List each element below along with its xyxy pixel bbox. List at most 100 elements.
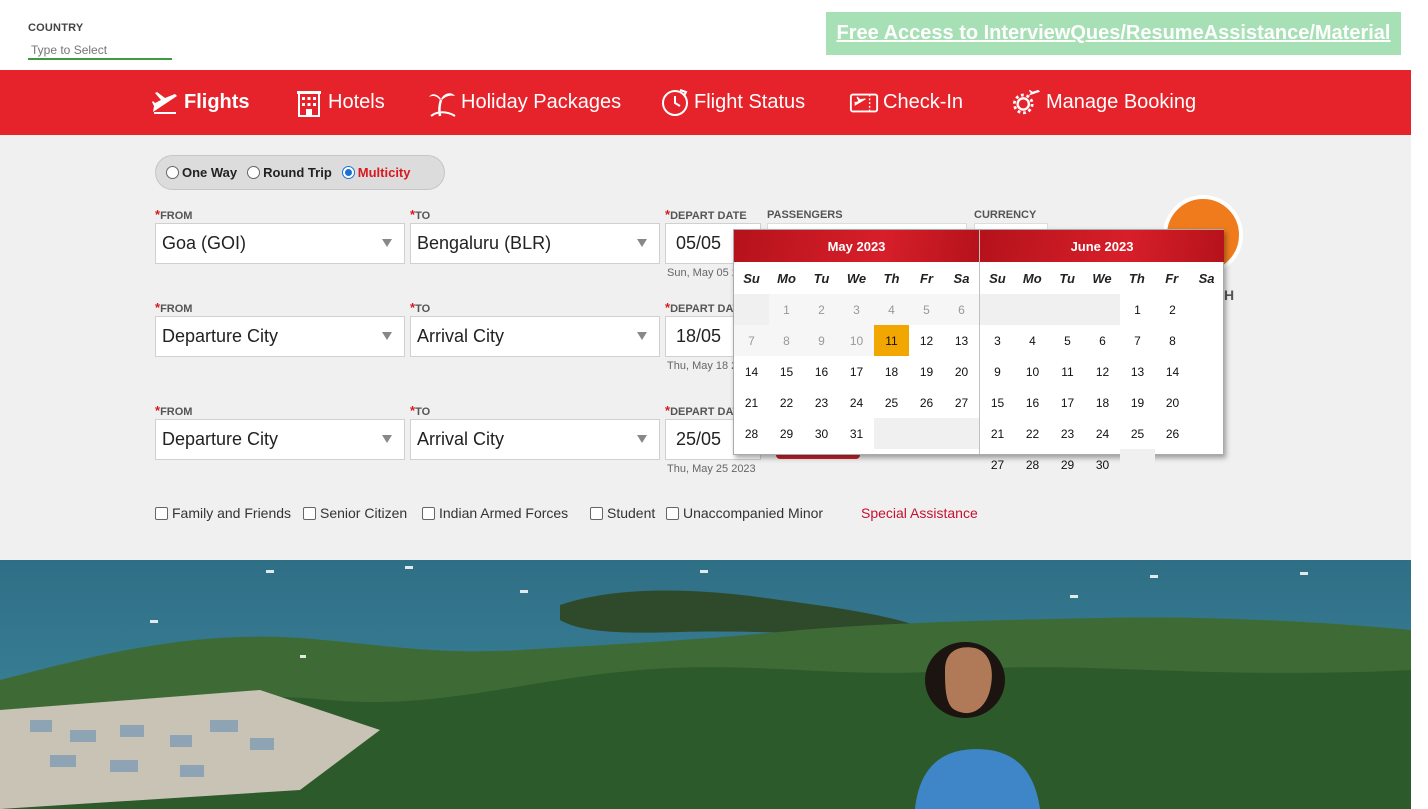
calendar-day[interactable]: 9 xyxy=(980,356,1015,387)
special-assistance-link[interactable]: Special Assistance xyxy=(861,505,978,521)
calendar-day[interactable]: 31 xyxy=(839,418,874,449)
checkbox-unaccompanied-minor[interactable]: Unaccompanied Minor xyxy=(666,505,823,521)
country-selector: COUNTRY xyxy=(28,22,173,60)
calendar-day[interactable]: 23 xyxy=(1050,418,1085,449)
country-label: COUNTRY xyxy=(28,22,84,34)
promo-banner: Free Access to InterviewQues/ResumeAssis… xyxy=(826,12,1401,55)
calendar-day[interactable]: 8 xyxy=(1155,325,1190,356)
calendar-day[interactable]: 20 xyxy=(1155,387,1190,418)
calendar-day[interactable]: 14 xyxy=(1155,356,1190,387)
calendar-day[interactable]: 5 xyxy=(1050,325,1085,356)
checkbox-armed-forces[interactable]: Indian Armed Forces xyxy=(422,505,568,521)
calendar-day[interactable]: 15 xyxy=(980,387,1015,418)
main-nav: Flights Hotels Holiday Packages Flight S… xyxy=(0,70,1411,135)
calendar-day[interactable]: 12 xyxy=(909,325,944,356)
calendar-day[interactable]: 11 xyxy=(874,325,909,356)
checkbox-minor-label: Unaccompanied Minor xyxy=(683,505,824,521)
checkbox-family-label: Family and Friends xyxy=(172,505,292,521)
leg3-to-field[interactable]: Arrival City xyxy=(410,419,660,460)
calendar-day[interactable]: 12 xyxy=(1085,356,1120,387)
calendar-day[interactable]: 19 xyxy=(909,356,944,387)
calendar-day[interactable]: 19 xyxy=(1120,387,1155,418)
calendar-day[interactable]: 13 xyxy=(1120,356,1155,387)
calendar-day[interactable]: 24 xyxy=(1085,418,1120,449)
nav-holiday-packages[interactable]: Holiday Packages xyxy=(427,70,621,135)
calendar-day[interactable]: 17 xyxy=(1050,387,1085,418)
nav-check-in[interactable]: Check-In xyxy=(849,70,963,135)
calendar-day[interactable]: 21 xyxy=(734,387,769,418)
leg2-to-value: Arrival City xyxy=(417,326,505,346)
calendar-empty-cell xyxy=(1120,449,1155,480)
leg1-to-field[interactable]: Bengaluru (BLR) xyxy=(410,223,660,264)
calendar-day[interactable]: 1 xyxy=(1120,294,1155,325)
calendar-day[interactable]: 27 xyxy=(944,387,979,418)
calendar-day[interactable]: 14 xyxy=(734,356,769,387)
calendar-day[interactable]: 29 xyxy=(769,418,804,449)
calendar-day[interactable]: 26 xyxy=(1155,418,1190,449)
weekday-label: Sa xyxy=(953,270,970,286)
calendar-day[interactable]: 24 xyxy=(839,387,874,418)
calendar-day[interactable]: 28 xyxy=(1015,449,1050,480)
calendar-day[interactable]: 18 xyxy=(874,356,909,387)
dropdown-caret-icon xyxy=(382,332,392,340)
leg3-date-label: *DEPART DAT xyxy=(665,403,740,418)
promo-link[interactable]: Free Access to InterviewQues/ResumeAssis… xyxy=(837,22,1391,45)
leg2-from-field[interactable]: Departure City xyxy=(155,316,405,357)
checkbox-student[interactable]: Student xyxy=(590,505,655,521)
calendar-day[interactable]: 10 xyxy=(1015,356,1050,387)
calendar-day: 10 xyxy=(839,325,874,356)
calendar-day: 3 xyxy=(839,294,874,325)
calendar-day[interactable]: 28 xyxy=(734,418,769,449)
day-grid: 1 2 3 4 5 6 7 8 9 10 11 12 13 14 15 16 17 18 19 20 21 22 23 24 2… xyxy=(734,294,979,449)
leg1-date-label: *DEPART DATE xyxy=(665,207,747,222)
calendar-day[interactable]: 25 xyxy=(1120,418,1155,449)
leg3-from-field[interactable]: Departure City xyxy=(155,419,405,460)
calendar-day: 4 xyxy=(874,294,909,325)
calendar-day[interactable]: 4 xyxy=(1015,325,1050,356)
calendar-day[interactable]: 3 xyxy=(980,325,1015,356)
calendar-day[interactable]: 26 xyxy=(909,387,944,418)
leg1-from-field[interactable]: Goa (GOI) xyxy=(155,223,405,264)
calendar-day[interactable]: 22 xyxy=(1015,418,1050,449)
calendar-day[interactable]: 2 xyxy=(1155,294,1190,325)
leg2-to-field[interactable]: Arrival City xyxy=(410,316,660,357)
checkbox-senior-citizen[interactable]: Senior Citizen xyxy=(303,505,407,521)
passengers-label: PASSENGERS xyxy=(767,209,843,221)
radio-round-trip[interactable]: Round Trip xyxy=(247,165,332,180)
leg3-date-value: 25/05 xyxy=(676,429,722,449)
radio-checked-icon xyxy=(341,166,355,179)
calendar-day[interactable]: 16 xyxy=(804,356,839,387)
calendar-day[interactable]: 29 xyxy=(1050,449,1085,480)
calendar-day[interactable]: 22 xyxy=(769,387,804,418)
calendar-day[interactable]: 30 xyxy=(804,418,839,449)
calendar-day[interactable]: 15 xyxy=(769,356,804,387)
radio-one-way[interactable]: One Way xyxy=(166,165,237,180)
nav-flight-status[interactable]: Flight Status xyxy=(660,70,805,135)
country-input[interactable] xyxy=(28,42,172,60)
leg2-date-value: 18/05 xyxy=(676,326,722,346)
calendar-day[interactable]: 17 xyxy=(839,356,874,387)
calendar-day[interactable]: 11 xyxy=(1050,356,1085,387)
checkbox-armed-label: Indian Armed Forces xyxy=(439,505,569,521)
radio-circle-icon xyxy=(166,166,179,179)
calendar-day[interactable]: 7 xyxy=(1120,325,1155,356)
radio-multicity[interactable]: Multicity xyxy=(341,165,411,180)
nav-manage-booking[interactable]: Manage Booking xyxy=(1012,70,1196,135)
calendar-day[interactable]: 23 xyxy=(804,387,839,418)
calendar-day[interactable]: 6 xyxy=(1085,325,1120,356)
nav-hotels[interactable]: Hotels xyxy=(294,70,385,135)
checkbox-family-friends[interactable]: Family and Friends xyxy=(155,505,291,521)
calendar-day: 5 xyxy=(909,294,944,325)
calendar-day[interactable]: 16 xyxy=(1015,387,1050,418)
calendar-day[interactable]: 25 xyxy=(874,387,909,418)
calendar-day[interactable]: 20 xyxy=(944,356,979,387)
calendar-empty-cell xyxy=(1050,294,1085,325)
calendar-day[interactable]: 13 xyxy=(944,325,979,356)
month-title: June 2023 xyxy=(980,230,1224,262)
calendar-day[interactable]: 30 xyxy=(1085,449,1120,480)
calendar-day[interactable]: 18 xyxy=(1085,387,1120,418)
radio-one-way-label: One Way xyxy=(182,165,238,180)
calendar-day[interactable]: 21 xyxy=(980,418,1015,449)
nav-flights[interactable]: Flights xyxy=(150,70,250,135)
calendar-day[interactable]: 27 xyxy=(980,449,1015,480)
